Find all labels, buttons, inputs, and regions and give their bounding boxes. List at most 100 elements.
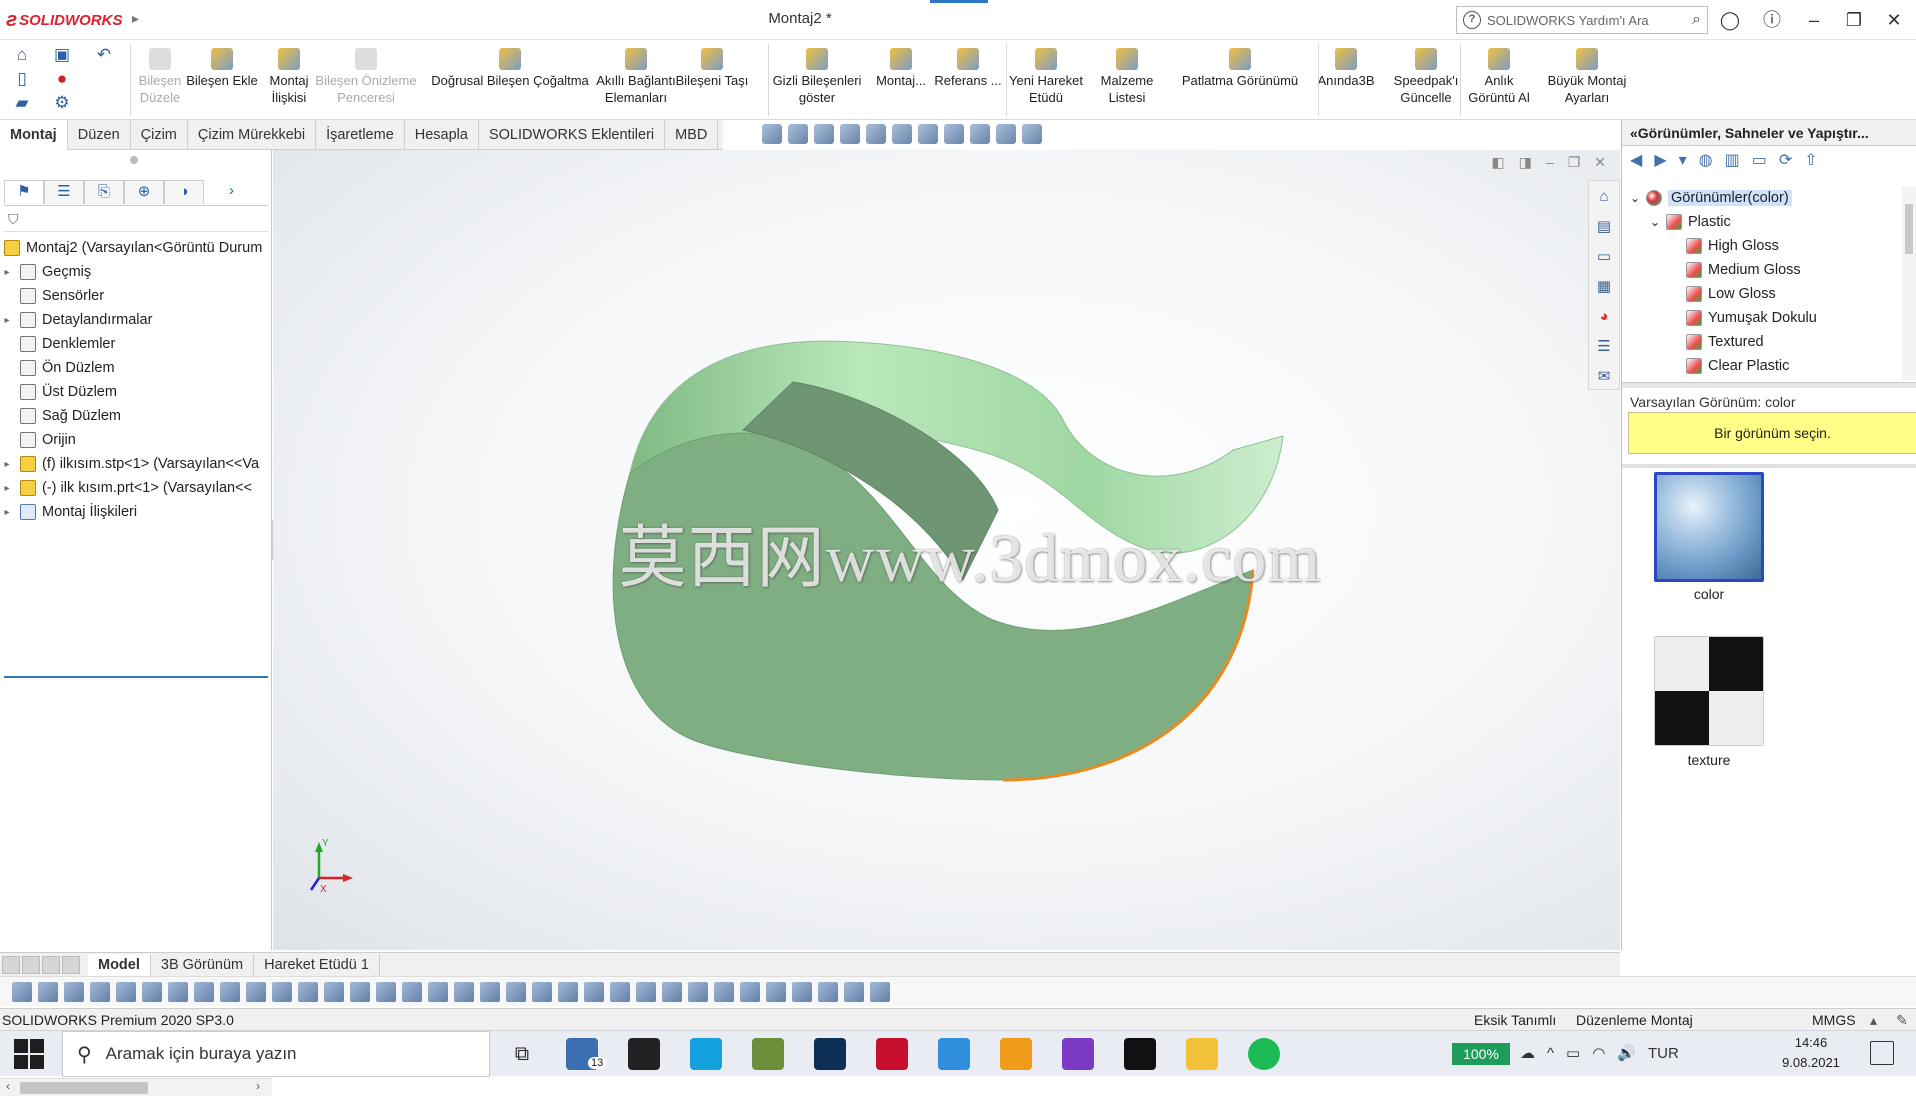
edit-appearance-icon[interactable] (970, 124, 990, 144)
scroll-thumb[interactable] (20, 1082, 148, 1094)
onedrive-icon[interactable]: ☁ (1520, 1044, 1535, 1062)
tree-expand-icon[interactable]: ▸ (0, 483, 14, 494)
design-library-icon[interactable]: ▥ (1725, 150, 1740, 170)
task-view-icon[interactable]: ⧉ (506, 1038, 538, 1070)
home-icon[interactable]: ⌂ (10, 44, 34, 66)
selection-filter-icon[interactable] (506, 981, 526, 1002)
tree-item[interactable]: ▸ (f) ilkısım.stp<1> (Varsayılan<<Va (0, 452, 272, 476)
forward-icon[interactable]: ▶ (1654, 150, 1666, 170)
section-view-icon[interactable] (840, 124, 860, 144)
appearance-tree-item[interactable]: High Gloss (1622, 234, 1902, 258)
command-tab[interactable]: Çizim (131, 120, 188, 150)
zoom-to-fit-icon[interactable] (762, 124, 782, 144)
command-tab[interactable]: İşaretleme (316, 120, 405, 150)
store-icon[interactable] (628, 1038, 660, 1070)
tree-item[interactable]: Orijin (0, 428, 272, 452)
traffic-light-icon[interactable]: ● (50, 68, 74, 90)
volume-icon[interactable]: 🔊 (1617, 1044, 1636, 1062)
app-fruit-icon[interactable] (752, 1038, 784, 1070)
tooltip-icon[interactable]: ✎ (1896, 1009, 1908, 1031)
tree-expand-icon[interactable]: ▸ (0, 315, 14, 326)
zoom-to-area-icon[interactable] (788, 124, 808, 144)
selection-filter-icon[interactable] (610, 981, 630, 1002)
appearances-tree-scrollbar[interactable] (1902, 186, 1916, 380)
selection-filter-icon[interactable] (246, 981, 266, 1002)
battery-indicator[interactable]: 100% (1452, 1043, 1510, 1065)
ribbon-button[interactable]: Montaj İlişkisi (262, 48, 316, 118)
horizontal-scrollbar[interactable]: ‹ › (0, 1078, 272, 1096)
divider[interactable] (1622, 382, 1916, 388)
scroll-left-icon[interactable]: ‹ (6, 1079, 10, 1093)
spotify-icon[interactable] (1248, 1038, 1280, 1070)
restore-button[interactable]: ❐ (1836, 8, 1872, 34)
command-tab[interactable]: SOLIDWORKS Eklentileri (479, 120, 666, 150)
selection-filter-icon[interactable] (194, 981, 214, 1002)
search-icon[interactable]: ⌕ (1692, 11, 1701, 29)
ribbon-button[interactable]: Speedpak'ı Güncelle (1392, 48, 1460, 118)
tree-item[interactable]: ▸ (-) ilk kısım.prt<1> (Varsayılan<< (0, 476, 272, 500)
appearance-tree-item[interactable]: Clear Plastic (1622, 354, 1902, 378)
back-icon[interactable]: ◀ (1630, 150, 1642, 170)
app-plane-icon[interactable] (938, 1038, 970, 1070)
battery-icon[interactable]: ▭ (1566, 1044, 1580, 1062)
tree-root[interactable]: Montaj2 (Varsayılan<Görüntü Durum (0, 236, 272, 260)
tree-expand-icon[interactable]: ▸ (0, 507, 14, 518)
model-tab[interactable]: Hareket Etüdü 1 (254, 953, 380, 976)
user-account-icon[interactable]: ◯ (1712, 8, 1748, 34)
units-selector[interactable]: MMGS (1812, 1009, 1856, 1031)
notification-center-icon[interactable] (1870, 1041, 1894, 1065)
windows-start-icon[interactable] (14, 1039, 44, 1069)
file-explorer-icon[interactable] (1186, 1038, 1218, 1070)
command-tab[interactable]: Hesapla (405, 120, 479, 150)
selection-filter-icon[interactable] (402, 981, 422, 1002)
options-gear-icon[interactable]: ⚙ (50, 92, 74, 114)
tree-expand-icon[interactable]: ⌄ (1630, 191, 1646, 205)
feature-manager-tab-icon[interactable]: ⚑ (4, 180, 44, 204)
selection-filter-icon[interactable] (454, 981, 474, 1002)
language-indicator[interactable]: TUR (1648, 1045, 1679, 1062)
file-explorer-icon[interactable]: ▭ (1593, 245, 1615, 269)
selection-filter-icon[interactable] (324, 981, 344, 1002)
ribbon-button[interactable]: Bileşen Düzele (136, 48, 184, 118)
tree-expand-icon[interactable]: ⌄ (1650, 215, 1666, 229)
ribbon-button[interactable]: Büyük Montaj Ayarları (1542, 48, 1632, 118)
appearance-thumbnail-texture[interactable] (1654, 636, 1764, 746)
selection-filter-icon[interactable] (818, 981, 838, 1002)
appearance-tree-item[interactable]: Textured (1622, 330, 1902, 354)
appearance-tree-item[interactable]: Medium Gloss (1622, 258, 1902, 282)
ribbon-button[interactable]: Doğrusal Bileşen Çoğaltma (424, 48, 596, 118)
selection-filter-icon[interactable] (376, 981, 396, 1002)
next-tab-icon[interactable] (42, 955, 60, 974)
prev-tab-icon[interactable] (22, 955, 40, 974)
save-icon[interactable]: ▣ (50, 44, 74, 66)
tree-item[interactable]: Denklemler (0, 332, 272, 356)
custom-properties-icon[interactable]: ☰ (1593, 335, 1615, 359)
selection-filter-icon[interactable] (64, 981, 84, 1002)
selection-filter-icon[interactable] (558, 981, 578, 1002)
selection-filter-icon[interactable] (584, 981, 604, 1002)
scroll-thumb[interactable] (1905, 204, 1913, 254)
new-document-icon[interactable]: ▯ (10, 68, 34, 90)
command-tab[interactable]: Montaj (0, 120, 68, 150)
ribbon-button[interactable]: Referans ... (930, 48, 1006, 118)
view-orientation-icon[interactable] (892, 124, 912, 144)
selection-filter-icon[interactable] (90, 981, 110, 1002)
command-tab[interactable]: MBD (665, 120, 719, 150)
selection-filter-icon[interactable] (792, 981, 812, 1002)
ribbon-button[interactable]: Yeni Hareket Etüdü (1008, 48, 1084, 118)
solidworks-taskbar-icon[interactable] (876, 1038, 908, 1070)
library-icon[interactable]: ◍ (1699, 150, 1713, 170)
app-dark-icon[interactable] (1124, 1038, 1156, 1070)
last-tab-icon[interactable] (62, 955, 80, 974)
tree-expand-icon[interactable]: ▸ (0, 267, 14, 278)
forum-icon[interactable]: ✉ (1593, 365, 1615, 389)
previous-view-icon[interactable] (814, 124, 834, 144)
open-icon[interactable]: ▰ (10, 92, 34, 114)
view-settings-icon[interactable] (1022, 124, 1042, 144)
ribbon-button[interactable]: Gizli Bileşenleri göster (770, 48, 864, 118)
selection-filter-icon[interactable] (740, 981, 760, 1002)
tray-expand-icon[interactable]: ^ (1547, 1045, 1554, 1062)
command-tab[interactable]: Çizim Mürekkebi (188, 120, 317, 150)
add-folder-icon[interactable]: ▾ (1679, 150, 1687, 170)
configuration-manager-tab-icon[interactable]: ⎘ (84, 180, 124, 204)
